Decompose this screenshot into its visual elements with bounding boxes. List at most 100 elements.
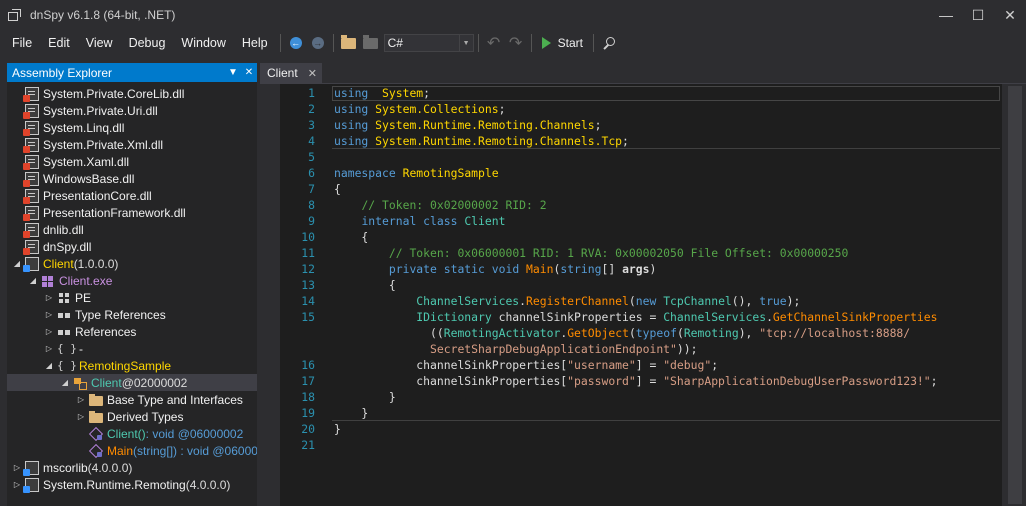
tree-node-label: WindowsBase.dll [43, 171, 135, 186]
expand-arrow-icon[interactable]: ▷ [44, 323, 54, 340]
tree-node[interactable]: ◢ Client @02000002 [7, 374, 257, 391]
code-line: channelSinkProperties["username"] = "deb… [334, 358, 718, 372]
tree-node-label: System.Private.Uri.dll [43, 103, 158, 118]
close-tab-icon[interactable]: ✕ [308, 67, 317, 80]
tree-node[interactable]: Client() : void @06000002 [76, 425, 243, 442]
tree-node-label: Client [91, 375, 122, 390]
tree-node[interactable]: System.Private.Uri.dll [12, 102, 158, 119]
tab-client[interactable]: Client ✕ [260, 63, 322, 83]
tree-node-label: References [75, 324, 137, 339]
code-token: Client [464, 214, 506, 228]
code-token: IDictionary [416, 310, 492, 324]
tree-node-label: Main [107, 443, 134, 458]
dll-icon [23, 120, 39, 136]
tree-node[interactable]: System.Xaml.dll [12, 153, 129, 170]
tree-node[interactable]: dnSpy.dll [12, 238, 91, 255]
navigate-back-button[interactable]: ← [285, 32, 307, 54]
panel-close-button[interactable]: ✕ [241, 67, 257, 78]
tree-node[interactable]: PresentationCore.dll [12, 187, 152, 204]
tree-node[interactable]: WindowsBase.dll [12, 170, 134, 187]
line-number: 11 [301, 246, 315, 260]
collapse-arrow-icon[interactable]: ◢ [28, 272, 38, 289]
tree-node[interactable]: ◢ Client (1.0.0.0) [12, 255, 118, 272]
panel-menu-button[interactable]: ▼ [225, 67, 241, 78]
tree-node-detail: (string[]) : void @06000001 [133, 443, 257, 458]
tree-node[interactable]: System.Private.CoreLib.dll [12, 85, 184, 102]
line-number: 10 [301, 230, 315, 244]
code-editor[interactable]: 1 using System; 2 using System.Collections;… [280, 84, 1002, 506]
tree-node[interactable]: ▷ Base Type and Interfaces [76, 391, 243, 408]
expand-arrow-icon[interactable]: ▷ [76, 391, 86, 408]
tree-node[interactable]: ▷ References [44, 323, 136, 340]
navigate-forward-button[interactable]: → [307, 32, 329, 54]
line-number: 7 [308, 182, 315, 196]
tree-node[interactable]: ▷{ } - [44, 340, 83, 357]
menu-debug[interactable]: Debug [121, 30, 174, 56]
tree-node[interactable]: ▷ Derived Types [76, 408, 184, 425]
search-button[interactable] [598, 32, 620, 54]
menu-edit[interactable]: Edit [40, 30, 78, 56]
redo-button[interactable]: ↷ [505, 32, 527, 54]
open-button[interactable] [338, 32, 360, 54]
code-token: RegisterChannel [526, 294, 629, 308]
close-button[interactable]: ✕ [994, 0, 1026, 30]
tree-node[interactable]: Main(string[]) : void @06000001 [76, 442, 257, 459]
title-bar: dnSpy v6.1.8 (64-bit, .NET) — ☐ ✕ [0, 0, 1026, 30]
code-token: typeof [635, 326, 677, 340]
editor-scrollbar[interactable] [1004, 84, 1026, 506]
tree-node[interactable]: ▷ System.Runtime.Remoting (4.0.0.0) [12, 476, 230, 493]
tree-node[interactable]: ▷ mscorlib (4.0.0.0) [12, 459, 132, 476]
toolbar-separator [279, 34, 281, 52]
menu-window[interactable]: Window [173, 30, 233, 56]
tree-node[interactable]: ▷ Type References [44, 306, 166, 323]
minimize-button[interactable]: — [930, 0, 962, 30]
chevron-down-icon[interactable]: ▼ [458, 35, 473, 51]
menu-file[interactable]: File [4, 30, 40, 56]
tree-node[interactable]: System.Linq.dll [12, 119, 124, 136]
code-line: } [334, 406, 368, 420]
tree-node[interactable]: ◢{ } RemotingSample [44, 357, 171, 374]
line-number: 1 [308, 86, 315, 100]
code-line: private static void Main(string[] args) [334, 262, 657, 276]
code-token: "password" [567, 374, 636, 388]
code-token: channelSinkProperties = [491, 310, 664, 324]
line-number: 4 [308, 134, 315, 148]
line-number: 15 [301, 310, 315, 324]
code-line: ((RemotingActivator.GetObject(typeof(Rem… [334, 326, 910, 340]
undo-button[interactable]: ↶ [483, 32, 505, 54]
language-dropdown[interactable]: C# ▼ [383, 34, 474, 52]
tree-node[interactable]: PresentationFramework.dll [12, 204, 186, 221]
expand-arrow-icon[interactable]: ▷ [12, 459, 22, 476]
collapse-arrow-icon[interactable]: ◢ [12, 255, 22, 272]
tree-node[interactable]: System.Private.Xml.dll [12, 136, 163, 153]
expand-arrow-icon[interactable]: ▷ [44, 306, 54, 323]
scrollbar-thumb[interactable] [1008, 86, 1022, 504]
expand-arrow-icon[interactable]: ▷ [44, 289, 54, 306]
tree-node-detail: : void @06000002 [145, 426, 244, 441]
region-separator [332, 420, 1000, 421]
expand-arrow-icon[interactable]: ▷ [44, 340, 54, 357]
menu-help[interactable]: Help [234, 30, 276, 56]
collapse-arrow-icon[interactable]: ◢ [60, 374, 70, 391]
save-all-button[interactable] [360, 32, 382, 54]
assembly-explorer-header: Assembly Explorer ▼ ✕ [7, 63, 257, 82]
maximize-button[interactable]: ☐ [962, 0, 994, 30]
code-token: internal class [361, 214, 458, 228]
start-debugging-button[interactable]: Start [536, 32, 589, 54]
tree-node[interactable]: ▷ PE [44, 289, 91, 306]
tree-node[interactable]: ◢ Client.exe [28, 272, 112, 289]
assembly-tree[interactable]: System.Private.CoreLib.dll System.Private… [7, 82, 257, 506]
expand-arrow-icon[interactable]: ▷ [12, 476, 22, 493]
line-number: 13 [301, 278, 315, 292]
expand-arrow-icon[interactable]: ▷ [76, 408, 86, 425]
code-token: ; [930, 374, 938, 388]
collapse-arrow-icon[interactable]: ◢ [44, 357, 54, 374]
menu-view[interactable]: View [78, 30, 121, 56]
code-token: ) [649, 262, 657, 276]
tree-node[interactable]: dnlib.dll [12, 221, 84, 238]
dll-icon [23, 222, 39, 238]
